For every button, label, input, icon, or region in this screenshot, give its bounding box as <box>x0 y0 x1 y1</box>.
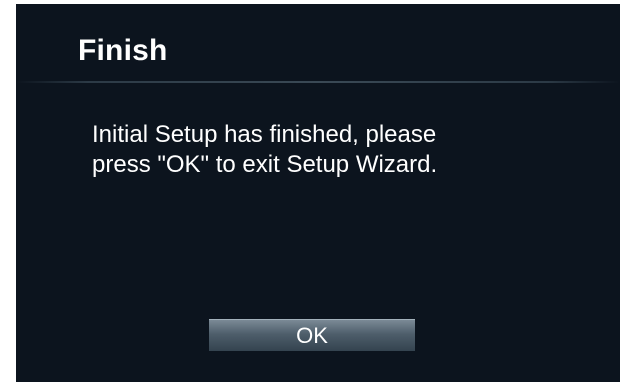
title-divider <box>16 81 620 83</box>
message-line-2: press "OK" to exit Setup Wizard. <box>92 151 438 178</box>
message-line-1: Initial Setup has finished, please <box>92 121 437 148</box>
setup-wizard-dialog: Finish Initial Setup has finished, pleas… <box>16 4 620 382</box>
dialog-message: Initial Setup has finished, please press… <box>92 120 592 180</box>
dialog-title: Finish <box>78 34 168 67</box>
ok-button[interactable]: OK <box>209 319 415 351</box>
